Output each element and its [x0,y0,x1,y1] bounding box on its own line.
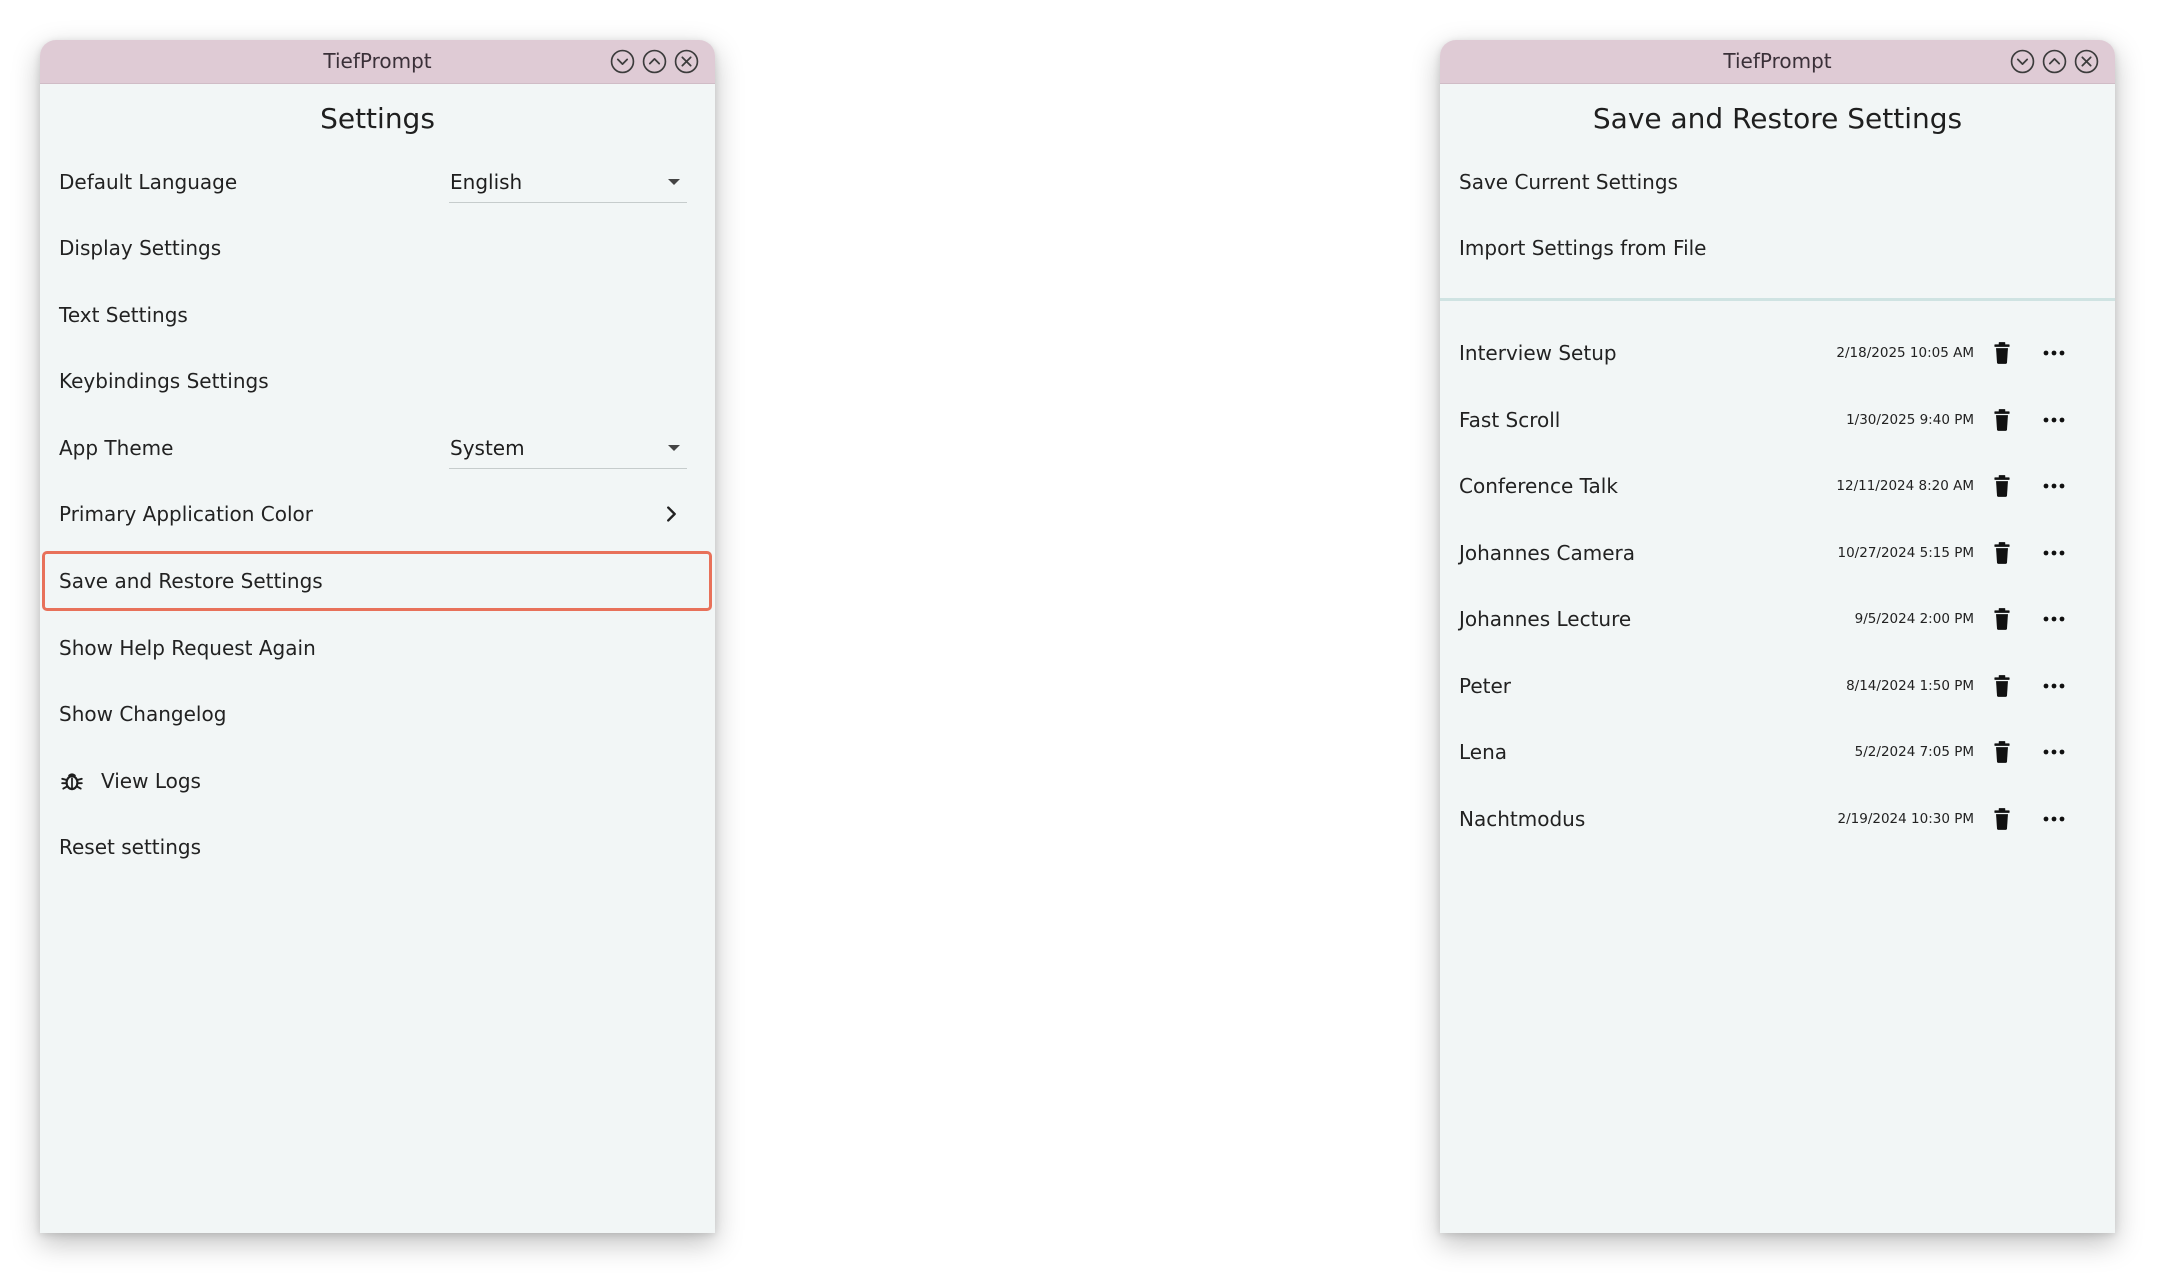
more-horizontal-icon[interactable] [2039,739,2069,765]
primary-color-label: Primary Application Color [59,502,313,526]
trash-icon[interactable] [1989,806,2015,832]
import-settings-button[interactable]: Import Settings from File [1440,218,2115,278]
save-restore-settings-item[interactable]: Save and Restore Settings [40,551,715,611]
saved-settings-date: 9/5/2024 2:00 PM [1854,611,1974,627]
display-settings-item[interactable]: Display Settings [40,218,715,278]
saved-settings-name: Johannes Camera [1459,540,1635,565]
app-theme-label: App Theme [59,436,174,460]
trash-icon[interactable] [1989,739,2015,765]
saved-settings-row[interactable]: Fast Scroll 1/30/2025 9:40 PM [1440,390,2115,450]
default-language-label: Default Language [59,170,238,194]
saved-settings-row[interactable]: Lena 5/2/2024 7:05 PM [1440,722,2115,782]
chevron-right-icon [667,506,676,522]
saved-settings-row[interactable]: Interview Setup 2/18/2025 10:05 AM [1440,323,2115,383]
trash-icon[interactable] [1989,606,2015,632]
more-horizontal-icon[interactable] [2039,340,2069,366]
saved-settings-date: 1/30/2025 9:40 PM [1846,411,1974,428]
reset-settings-item[interactable]: Reset settings [40,817,715,877]
saved-settings-row[interactable]: Peter 8/14/2024 1:50 PM [1440,656,2115,716]
saved-settings-date: 12/11/2024 8:20 AM [1836,478,1974,494]
settings-window: TiefPrompt Settings Default Language Eng… [40,40,715,1233]
close-icon[interactable] [2074,49,2099,74]
minimize-icon[interactable] [2010,49,2035,74]
show-help-request-item[interactable]: Show Help Request Again [40,618,715,678]
more-horizontal-icon[interactable] [2039,540,2069,566]
saved-settings-name: Lena [1459,740,1508,764]
saved-settings-name: Interview Setup [1459,341,1617,365]
save-current-settings-label: Save Current Settings [1459,170,1678,194]
caret-down-icon [668,445,680,451]
show-changelog-label: Show Changelog [59,702,227,726]
more-horizontal-icon[interactable] [2039,673,2069,699]
save-restore-window: TiefPrompt Save and Restore Settings Sav… [1440,40,2115,1233]
saved-settings-row[interactable]: Johannes Camera 10/27/2024 5:15 PM [1440,523,2115,583]
saved-settings-name: Peter [1459,673,1512,698]
saved-settings-name: Fast Scroll [1459,407,1561,432]
saved-settings-date: 2/18/2025 10:05 AM [1836,345,1974,361]
maximize-icon[interactable] [2042,49,2067,74]
trash-icon[interactable] [1989,673,2015,699]
view-logs-item[interactable]: View Logs [40,751,715,811]
saved-settings-row[interactable]: Conference Talk 12/11/2024 8:20 AM [1440,456,2115,516]
more-horizontal-icon[interactable] [2039,606,2069,632]
maximize-icon[interactable] [642,49,667,74]
more-horizontal-icon[interactable] [2039,407,2069,433]
more-horizontal-icon[interactable] [2039,473,2069,499]
minimize-icon[interactable] [610,49,635,74]
keybindings-settings-item[interactable]: Keybindings Settings [40,351,715,411]
highlight-outline [42,551,712,611]
saved-settings-date: 10/27/2024 5:15 PM [1837,544,1975,561]
page-title: Save and Restore Settings [1592,102,1963,135]
app-theme-row: App Theme System [40,418,715,478]
trash-icon[interactable] [1989,473,2015,499]
divider [1440,298,2115,301]
saved-settings-date: 8/14/2024 1:50 PM [1846,677,1974,694]
close-icon[interactable] [674,49,699,74]
caret-down-icon [668,179,680,185]
language-select[interactable]: English [449,162,687,203]
theme-select-value: System [450,436,525,460]
saved-settings-name: Nachtmodus [1459,806,1586,831]
reset-settings-label: Reset settings [59,835,201,859]
saved-settings-row[interactable]: Johannes Lecture 9/5/2024 2:00 PM [1440,589,2115,649]
show-help-request-label: Show Help Request Again [59,636,316,660]
primary-color-item[interactable]: Primary Application Color [40,484,715,544]
saved-settings-date: 5/2/2024 7:05 PM [1854,744,1974,760]
window-controls [610,49,699,74]
view-logs-label: View Logs [101,769,201,793]
trash-icon[interactable] [1989,407,2015,433]
saved-settings-date: 2/19/2024 10:30 PM [1837,810,1975,827]
saved-settings-row[interactable]: Nachtmodus 2/19/2024 10:30 PM [1440,789,2115,849]
display-settings-label: Display Settings [59,236,222,260]
title-bar[interactable]: TiefPrompt [1440,40,2115,84]
save-current-settings-button[interactable]: Save Current Settings [1440,152,2115,212]
import-settings-label: Import Settings from File [1459,236,1707,260]
saved-settings-name: Conference Talk [1459,474,1618,498]
bug-icon [61,773,83,791]
saved-settings-name: Johannes Lecture [1459,607,1632,631]
title-bar[interactable]: TiefPrompt [40,40,715,84]
default-language-row: Default Language English [40,152,715,212]
language-select-value: English [450,170,523,194]
theme-select[interactable]: System [449,428,687,469]
keybindings-settings-label: Keybindings Settings [59,369,269,393]
show-changelog-item[interactable]: Show Changelog [40,684,715,744]
text-settings-label: Text Settings [59,303,188,327]
more-horizontal-icon[interactable] [2039,806,2069,832]
page-title: Settings [320,102,435,135]
trash-icon[interactable] [1989,340,2015,366]
text-settings-item[interactable]: Text Settings [40,285,715,345]
trash-icon[interactable] [1989,540,2015,566]
window-controls [2010,49,2099,74]
